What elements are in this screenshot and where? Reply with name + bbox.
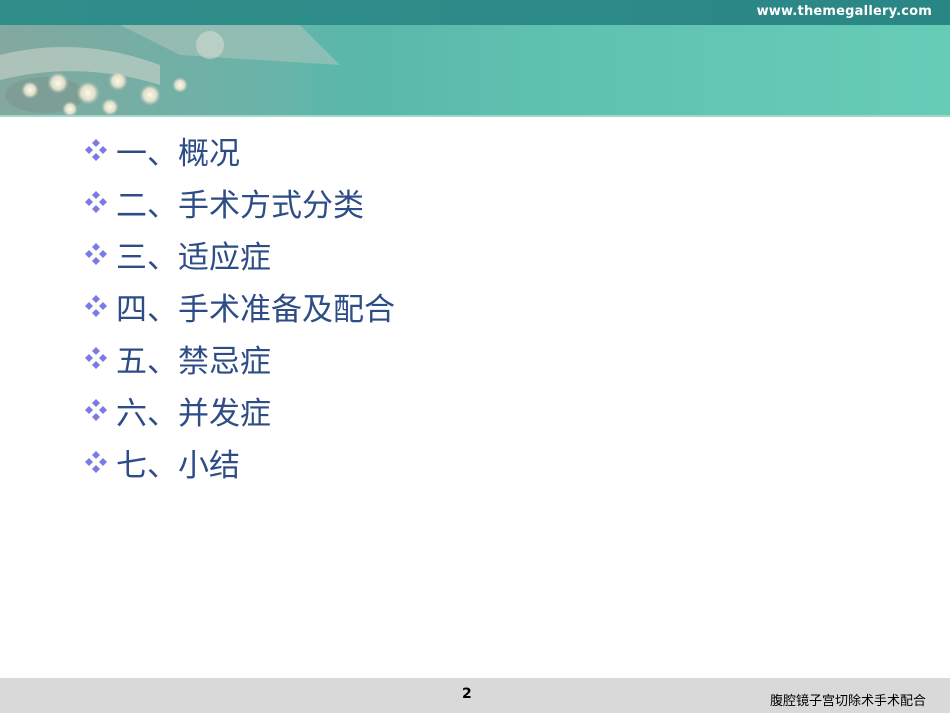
list-item-text: 七、小结 <box>116 447 240 484</box>
footer-title: 腹腔镜子宫切除术手术配合 <box>769 694 926 709</box>
four-diamond-bullet-icon <box>85 295 107 317</box>
list-item-text: 五、禁忌症 <box>116 343 271 380</box>
agenda-list: 一、概况 二、手术方式分类 三、适应症 四、手术准备及配合 五、禁忌症 六、并发… <box>82 124 395 488</box>
four-diamond-bullet-icon <box>85 347 107 369</box>
four-diamond-bullet-icon <box>85 243 107 265</box>
site-url: www.themegallery.com <box>756 4 932 19</box>
four-diamond-bullet-icon <box>85 191 107 213</box>
header-divider <box>0 115 950 117</box>
list-item: 六、并发症 <box>82 384 395 436</box>
surgical-lamp-image <box>0 25 360 116</box>
four-diamond-bullet-icon <box>85 451 107 473</box>
footer-bar: 2 腹腔镜子宫切除术手术配合 <box>0 678 950 713</box>
four-diamond-bullet-icon <box>85 139 107 161</box>
top-bar: www.themegallery.com <box>0 0 950 25</box>
header-banner <box>0 25 950 116</box>
list-item: 七、小结 <box>82 436 395 488</box>
four-diamond-bullet-icon <box>85 399 107 421</box>
list-item: 四、手术准备及配合 <box>82 280 395 332</box>
list-item-text: 二、手术方式分类 <box>116 187 364 224</box>
list-item: 二、手术方式分类 <box>82 176 395 228</box>
page-number: 2 <box>462 686 472 702</box>
list-item: 三、适应症 <box>82 228 395 280</box>
list-item-text: 六、并发症 <box>116 395 271 432</box>
list-item-text: 一、概况 <box>116 135 240 172</box>
list-item: 五、禁忌症 <box>82 332 395 384</box>
list-item-text: 四、手术准备及配合 <box>116 291 395 328</box>
list-item: 一、概况 <box>82 124 395 176</box>
list-item-text: 三、适应症 <box>116 239 271 276</box>
